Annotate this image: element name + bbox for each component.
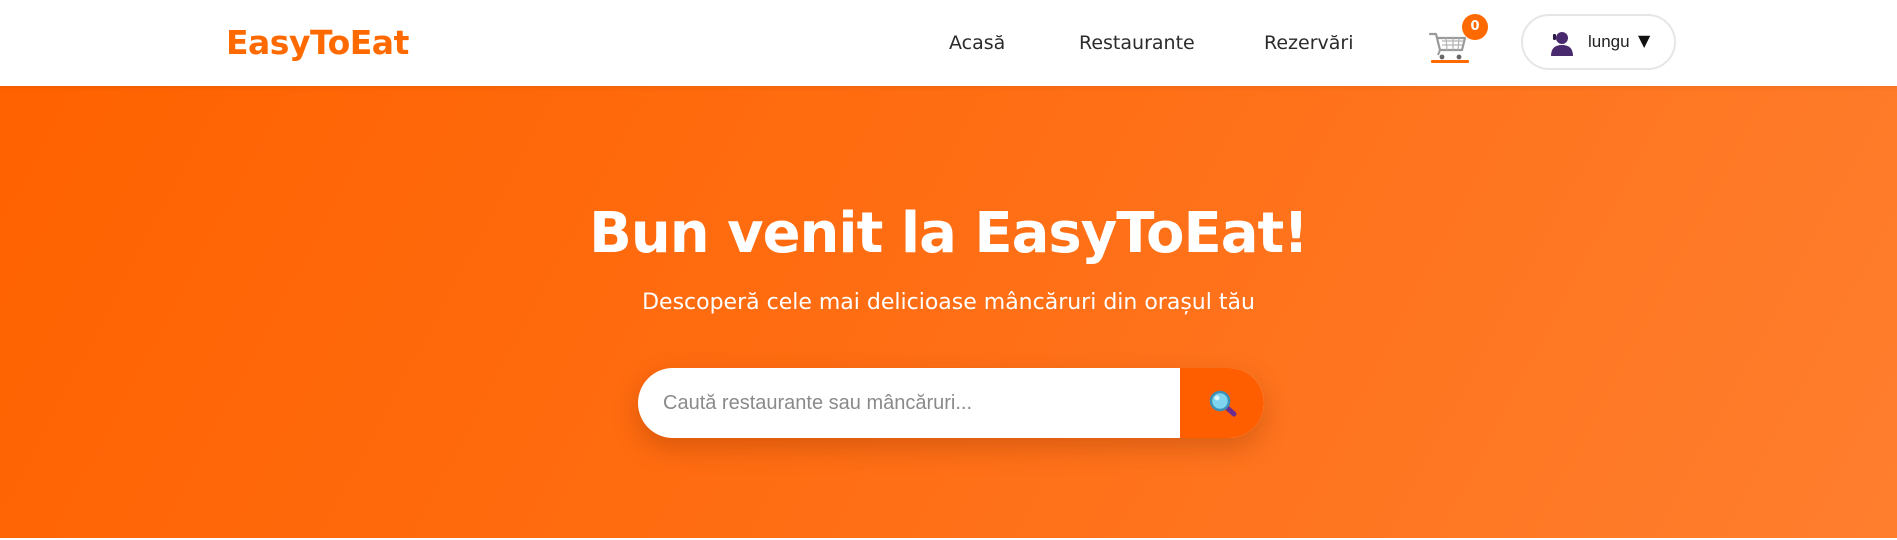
cart-button[interactable]: 0 [1428, 14, 1488, 68]
magnifier-icon [1209, 390, 1237, 417]
user-menu-button[interactable]: lungu ▼ [1521, 14, 1676, 70]
dropdown-caret-icon: ▼ [1638, 31, 1651, 50]
nav-link-restaurants[interactable]: Restaurante [1079, 30, 1195, 56]
user-avatar-icon [1551, 32, 1573, 56]
nav-link-home[interactable]: Acasă [949, 30, 1005, 56]
hero-subtitle: Descoperă cele mai delicioase mâncăruri … [642, 290, 1255, 315]
username-label: lungu [1588, 32, 1630, 51]
search-button[interactable] [1180, 368, 1264, 438]
brand-logo[interactable]: EasyToEat [226, 21, 409, 65]
top-navbar: EasyToEat Acasă Restaurante Rezervări 0 … [0, 0, 1897, 86]
search-input[interactable] [638, 368, 1180, 438]
search-bar [638, 368, 1264, 438]
hero-title: Bun venit la EasyToEat! [589, 201, 1309, 266]
nav-link-reservations[interactable]: Rezervări [1264, 30, 1354, 56]
hero-section: Bun venit la EasyToEat! Descoperă cele m… [0, 86, 1897, 538]
cart-count-badge: 0 [1462, 14, 1488, 40]
